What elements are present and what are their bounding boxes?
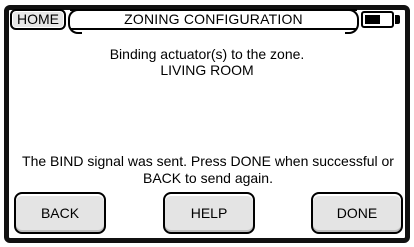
page-title: ZONING CONFIGURATION xyxy=(68,9,359,34)
binding-message: Binding actuator(s) to the zone. xyxy=(109,46,305,62)
battery-terminal xyxy=(395,15,400,24)
home-button[interactable]: HOME xyxy=(10,9,66,30)
back-button[interactable]: BACK xyxy=(14,192,106,234)
status-message-line1: The BIND signal was sent. Press DONE whe… xyxy=(22,153,394,169)
battery-fill xyxy=(365,15,380,24)
help-button[interactable]: HELP xyxy=(163,192,255,234)
status-message-line2: BACK to send again. xyxy=(143,170,273,186)
done-button[interactable]: DONE xyxy=(311,192,403,234)
zone-name: LIVING ROOM xyxy=(160,62,254,78)
battery-icon xyxy=(361,11,394,28)
